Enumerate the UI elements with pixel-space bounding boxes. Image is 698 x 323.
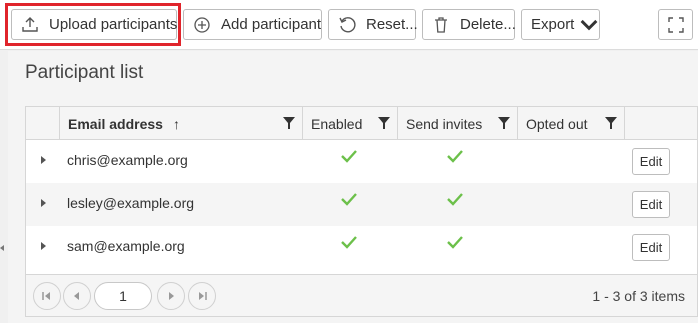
check-icon (447, 236, 463, 249)
table-row: sam@example.org Edit (26, 226, 697, 269)
export-button[interactable]: Export (521, 9, 600, 40)
pager: 1 1 - 3 of 3 items (26, 274, 697, 316)
upload-participants-button[interactable]: Upload participants (11, 9, 177, 40)
column-header-opted-out[interactable]: Opted out (517, 107, 624, 140)
filter-icon[interactable] (604, 116, 618, 130)
filter-icon[interactable] (377, 116, 391, 130)
export-label: Export (531, 16, 575, 33)
upload-participants-label: Upload participants (49, 16, 178, 33)
pager-summary: 1 - 3 of 3 items (592, 288, 685, 304)
row-expand-icon[interactable] (41, 199, 46, 207)
participant-panel: Participant list Email address ↑ Enabled… (8, 51, 698, 323)
last-page-button[interactable] (188, 282, 216, 310)
previous-page-icon (74, 292, 79, 300)
refresh-icon (338, 16, 356, 34)
reset-button[interactable]: Reset... (328, 9, 418, 40)
column-header-email-label: Email address (68, 115, 163, 132)
panel-collapse-handle[interactable] (0, 245, 4, 251)
column-header-opted-out-label: Opted out (526, 115, 588, 132)
table-row: lesley@example.org Edit (26, 183, 697, 226)
sort-ascending-icon: ↑ (172, 115, 180, 132)
upload-icon (21, 16, 39, 34)
plus-circle-icon (193, 16, 211, 34)
check-icon (341, 236, 357, 249)
check-icon (447, 193, 463, 206)
delete-button[interactable]: Delete... (422, 9, 516, 40)
trash-icon (432, 16, 450, 34)
page-number-input[interactable]: 1 (94, 282, 152, 310)
edit-button[interactable]: Edit (632, 148, 670, 175)
filter-icon[interactable] (282, 116, 296, 130)
previous-page-button[interactable] (63, 282, 91, 310)
next-page-icon (169, 292, 174, 300)
participant-email: chris@example.org (67, 152, 188, 168)
check-icon (341, 193, 357, 206)
delete-label: Delete... (460, 16, 516, 33)
filter-icon[interactable] (497, 116, 511, 130)
column-header-actions (624, 107, 698, 140)
next-page-button[interactable] (157, 282, 185, 310)
participant-email: lesley@example.org (67, 195, 195, 211)
column-header-enabled-label: Enabled (311, 115, 363, 132)
column-header-enabled[interactable]: Enabled (302, 107, 397, 140)
edit-button[interactable]: Edit (632, 234, 670, 261)
first-page-button[interactable] (33, 282, 61, 310)
toolbar: Upload participants Add participant Rese… (0, 0, 698, 50)
first-page-icon (42, 292, 50, 300)
participant-grid: Email address ↑ Enabled Send invites Opt… (25, 106, 698, 317)
row-expand-icon[interactable] (41, 242, 46, 250)
add-participant-button[interactable]: Add participant (183, 9, 322, 40)
check-icon (447, 150, 463, 163)
fullscreen-button[interactable] (658, 9, 693, 40)
edit-button[interactable]: Edit (632, 191, 670, 218)
column-header-email[interactable]: Email address ↑ (59, 107, 302, 140)
row-expand-icon[interactable] (41, 156, 46, 164)
check-icon (341, 150, 357, 163)
table-row: chris@example.org Edit (26, 140, 697, 183)
column-header-send-invites-label: Send invites (406, 115, 483, 132)
column-header-send-invites[interactable]: Send invites (397, 107, 517, 140)
chevron-down-icon (580, 16, 598, 34)
fullscreen-icon (667, 16, 685, 34)
add-participant-label: Add participant (221, 16, 322, 33)
participant-email: sam@example.org (67, 238, 185, 254)
last-page-icon (199, 292, 207, 300)
grid-header: Email address ↑ Enabled Send invites Opt… (26, 107, 697, 140)
page-title: Participant list (25, 62, 144, 83)
reset-label: Reset... (366, 16, 418, 33)
